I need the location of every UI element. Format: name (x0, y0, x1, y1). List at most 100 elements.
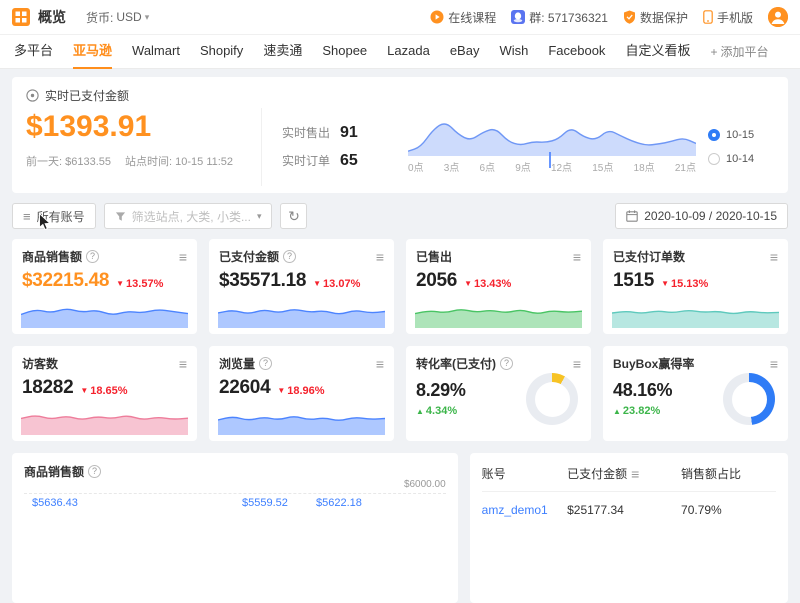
refresh-icon: ↻ (288, 208, 300, 225)
online-course-label: 在线课程 (448, 9, 496, 26)
change-arrow-icon: ▲ (613, 407, 621, 416)
tab-Shopify[interactable]: Shopify (200, 35, 243, 69)
realtime-radios: 10-15 10-14 (708, 108, 774, 186)
dashboard: { "colors": { "accent": "#ff9120", "red"… (0, 0, 800, 520)
tab-速卖通[interactable]: 速卖通 (263, 35, 302, 69)
stat-card-header: 商品销售额 ? ≡ (22, 248, 187, 265)
realtime-title: 实时已支付金额 (45, 87, 129, 104)
card-menu-icon[interactable]: ≡ (770, 357, 778, 371)
stat-card: 转化率(已支付) ? ≡ 8.29% ▲ 4.34% (406, 346, 591, 441)
qq-group[interactable]: 群: 571736321 (511, 9, 608, 26)
realtime-sold: 实时售出91 (282, 124, 396, 142)
stat-card-header: 已支付金额 ? ≡ (219, 248, 384, 265)
stat-card-title: BuyBox赢得率 (613, 355, 694, 372)
avatar[interactable] (768, 7, 788, 27)
tab-Lazada[interactable]: Lazada (387, 35, 430, 69)
currency-selector[interactable]: 货币: USD ▾ (86, 9, 149, 26)
stat-card-title: 商品销售额 (22, 248, 82, 265)
stat-card-chart (218, 405, 385, 435)
help-icon[interactable]: ? (283, 250, 296, 263)
mobile-version-link[interactable]: 手机版 (703, 9, 753, 26)
tab-自定义看板[interactable]: 自定义看板 (625, 35, 690, 69)
add-platform-button[interactable]: + 添加平台 (710, 43, 768, 60)
stat-card-header: 浏览量 ? ≡ (219, 355, 384, 372)
filter-bar: ≡ 所有账号 筛选站点, 大类, 小类... ▾ ↻ 2020-10-09 / … (12, 203, 788, 229)
stat-card: 已支付订单数 ≡ 1515 ▼ 15.13% (603, 239, 788, 334)
tab-Facebook[interactable]: Facebook (548, 35, 605, 69)
realtime-amount: $1393.91 (26, 110, 261, 145)
help-icon[interactable]: ? (88, 465, 101, 478)
stat-card: 访客数 ≡ 18282 ▼ 18.65% (12, 346, 197, 441)
site-filter-select[interactable]: 筛选站点, 大类, 小类... ▾ (104, 203, 273, 229)
calendar-icon (626, 210, 638, 222)
stat-card-value: 1515 (613, 270, 654, 292)
sold-value: 91 (340, 124, 358, 141)
qq-group-label: 群: 571736321 (529, 9, 608, 26)
add-platform-label: 添加平台 (720, 43, 768, 60)
stat-card: 已售出 ≡ 2056 ▼ 13.43% (406, 239, 591, 334)
change-value: 13.43% (474, 278, 511, 290)
card-menu-icon[interactable]: ≡ (179, 357, 187, 371)
stat-card-change: ▼ 18.65% (80, 385, 127, 397)
chevron-down-icon: ▾ (257, 211, 262, 222)
stat-card-chart (526, 373, 578, 425)
realtime-orders: 实时订单 65 (282, 152, 396, 170)
radio-label: 10-15 (726, 129, 754, 141)
stat-card-chart (723, 373, 775, 425)
stat-card-value: 8.29% (416, 380, 466, 401)
date-range-value: 2020-10-09 / 2020-10-15 (644, 209, 777, 223)
account-link[interactable]: amz_demo1 (482, 503, 567, 517)
card-menu-icon[interactable]: ≡ (179, 250, 187, 264)
header-sales-ratio[interactable]: 销售额占比 (681, 465, 776, 482)
change-value: 15.13% (671, 278, 708, 290)
stat-card-value: $32215.48 (22, 270, 109, 292)
tab-Wish[interactable]: Wish (499, 35, 528, 69)
currency-value: USD (116, 10, 141, 24)
orders-label: 实时订单 (282, 154, 330, 168)
help-icon[interactable]: ? (500, 357, 513, 370)
card-menu-icon[interactable]: ≡ (573, 357, 581, 371)
stat-card-values: 22604 ▼ 18.96% (219, 377, 384, 399)
card-menu-icon[interactable]: ≡ (573, 250, 581, 264)
sort-icon[interactable]: ≡ (631, 467, 639, 481)
all-accounts-button[interactable]: ≡ 所有账号 (12, 203, 96, 229)
card-menu-icon[interactable]: ≡ (770, 250, 778, 264)
tab-eBay[interactable]: eBay (450, 35, 480, 69)
change-value: 13.07% (323, 278, 360, 290)
stat-card-value: 18282 (22, 377, 73, 399)
tab-Walmart[interactable]: Walmart (132, 35, 180, 69)
radio-label: 10-14 (726, 153, 754, 165)
tab-亚马逊[interactable]: 亚马逊 (73, 35, 112, 69)
header-paid-label: 已支付金额 (567, 465, 627, 482)
radio-icon (708, 153, 720, 165)
stat-card-change: ▼ 13.57% (116, 278, 163, 290)
change-arrow-icon: ▼ (277, 386, 285, 395)
orders-value: 65 (340, 152, 358, 169)
stat-card-values: 18282 ▼ 18.65% (22, 377, 187, 399)
radio-10-15[interactable]: 10-15 (708, 129, 774, 141)
stat-card-chart (218, 298, 385, 328)
tab-多平台[interactable]: 多平台 (14, 35, 53, 69)
refresh-button[interactable]: ↻ (280, 203, 307, 229)
card-menu-icon[interactable]: ≡ (376, 250, 384, 264)
filter-icon (115, 211, 126, 222)
stat-card-change: ▲ 4.34% (416, 405, 457, 417)
list-icon: ≡ (23, 209, 31, 224)
data-protection-label: 数据保护 (640, 9, 688, 26)
help-icon[interactable]: ? (86, 250, 99, 263)
tab-Shopee[interactable]: Shopee (322, 35, 367, 69)
realtime-x-labels: 0点3点6点9点12点15点18点21点 (408, 156, 696, 174)
stat-card-values: 1515 ▼ 15.13% (613, 270, 778, 292)
help-icon[interactable]: ? (259, 357, 272, 370)
card-menu-icon[interactable]: ≡ (376, 357, 384, 371)
header-ratio-label: 销售额占比 (681, 465, 741, 482)
online-course-link[interactable]: 在线课程 (430, 9, 496, 26)
radio-10-14[interactable]: 10-14 (708, 153, 774, 165)
header-account-label: 账号 (482, 465, 506, 482)
header-paid-amount[interactable]: 已支付金额 ≡ (567, 465, 681, 482)
header-account[interactable]: 账号 (482, 465, 567, 482)
data-protection-link[interactable]: 数据保护 (623, 9, 688, 26)
stat-card-change: ▲ 23.82% (613, 405, 660, 417)
date-range-picker[interactable]: 2020-10-09 / 2020-10-15 (615, 203, 788, 229)
stat-card-chart (612, 298, 779, 328)
